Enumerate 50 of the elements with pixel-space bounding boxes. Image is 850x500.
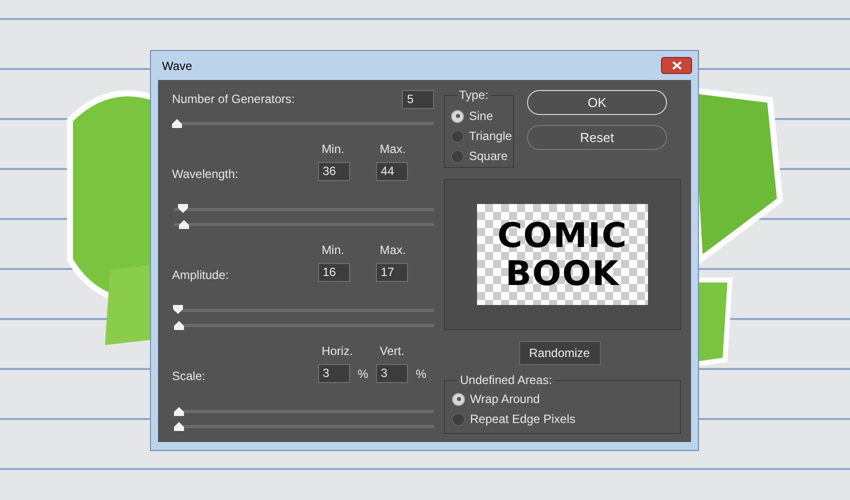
slider-thumb[interactable]: [170, 117, 183, 129]
slider-thumb[interactable]: [172, 304, 184, 316]
radio-label: Square: [469, 148, 508, 165]
randomize-button[interactable]: Randomize: [518, 341, 600, 365]
parameter-label: Scale:: [172, 368, 206, 385]
preview-text: COMIC: [497, 216, 628, 254]
column-header: Max.: [378, 242, 407, 259]
slider-thumb[interactable]: [178, 218, 190, 230]
close-button[interactable]: [661, 57, 692, 74]
radio-label: Sine: [469, 108, 494, 125]
number-field[interactable]: 16: [318, 263, 350, 282]
column-header: Horiz.: [320, 343, 354, 360]
radio-button[interactable]: [451, 130, 464, 142]
number-field[interactable]: 5: [402, 90, 434, 108]
column-header: Min.: [320, 242, 346, 259]
window-title: Wave: [162, 58, 192, 74]
radio-button[interactable]: [452, 392, 465, 406]
group-title: Undefined Areas:: [457, 373, 556, 387]
slider[interactable]: [172, 420, 434, 432]
radio-button[interactable]: [452, 412, 465, 426]
generators-label: Number of Generators:: [172, 91, 295, 108]
parameter-label: Amplitude:: [172, 267, 230, 284]
slider[interactable]: [172, 203, 434, 215]
number-field[interactable]: 36: [318, 162, 350, 181]
radio-button[interactable]: [451, 150, 464, 162]
column-header: Max.: [378, 141, 407, 158]
unit-label: %: [416, 366, 426, 382]
slider[interactable]: [172, 319, 434, 331]
slider[interactable]: [172, 117, 434, 129]
radio-label: Triangle: [469, 128, 512, 145]
number-field[interactable]: 3: [376, 364, 408, 383]
number-field[interactable]: 3: [318, 364, 350, 383]
slider[interactable]: [172, 218, 434, 230]
number-field[interactable]: 44: [376, 162, 408, 181]
column-header: Min.: [320, 141, 346, 158]
radio-button[interactable]: [451, 110, 464, 122]
slider[interactable]: [172, 405, 434, 417]
group-title: Type:: [457, 88, 490, 102]
dialog-button[interactable]: OK: [527, 90, 667, 115]
radio-label: Wrap Around: [470, 391, 540, 408]
dialog-button[interactable]: Reset: [527, 125, 667, 150]
number-field[interactable]: 17: [376, 263, 408, 282]
slider[interactable]: [172, 304, 434, 316]
parameter-label: Wavelength:: [172, 166, 240, 183]
preview-text: BOOK: [505, 254, 620, 292]
unit-label: %: [358, 366, 368, 382]
slider-thumb[interactable]: [177, 203, 190, 215]
radio-label: Repeat Edge Pixels: [470, 411, 576, 428]
close-icon: [672, 61, 682, 70]
column-header: Vert.: [378, 343, 406, 360]
